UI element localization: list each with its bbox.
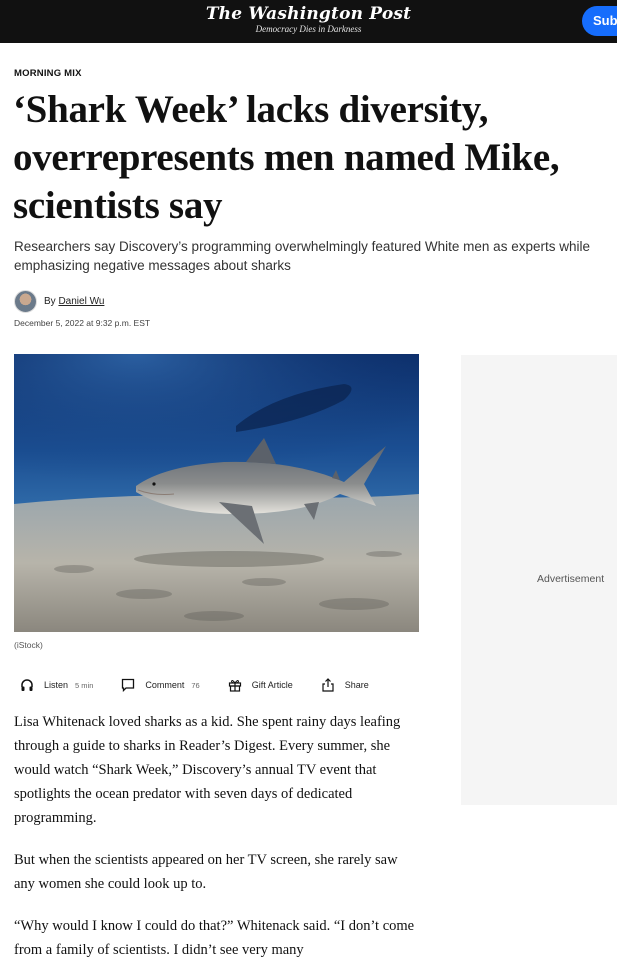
body-paragraph: “Why would I know I could do that?” Whit… xyxy=(14,918,415,958)
author-avatar[interactable] xyxy=(14,290,37,313)
article-action-bar: Listen 5 min Comment 76 Gift Article Sha… xyxy=(20,675,397,695)
author-link[interactable]: Daniel Wu xyxy=(58,296,104,307)
subscribe-button[interactable]: Subscribe xyxy=(582,6,617,36)
comment-icon xyxy=(122,678,135,692)
body-paragraph: Lisa Whitenack loved sharks as a kid. Sh… xyxy=(14,714,401,826)
share-button[interactable]: Share xyxy=(321,678,369,692)
body-paragraph: But when the scientists appeared on her … xyxy=(14,852,398,892)
comment-button[interactable]: Comment 76 xyxy=(121,678,200,692)
gift-article-label: Gift Article xyxy=(251,680,293,690)
masthead[interactable]: The Washington Post Democracy Dies in Da… xyxy=(0,4,617,34)
article-dek: Researchers say Discovery’s programming … xyxy=(14,239,590,273)
article-headline: ‘Shark Week’ lacks diversity, overrepres… xyxy=(13,88,560,227)
advertisement-label: Advertisement xyxy=(537,573,605,585)
gift-icon xyxy=(228,680,241,692)
shark-photo xyxy=(14,354,419,632)
listen-duration: 5 min xyxy=(75,680,94,690)
site-tagline: Democracy Dies in Darkness xyxy=(255,24,362,34)
share-label: Share xyxy=(344,680,369,690)
image-caption: (iStock) xyxy=(14,640,43,650)
section-kicker[interactable]: MORNING MIX xyxy=(14,68,82,79)
top-navigation-bar: The Washington Post Democracy Dies in Da… xyxy=(0,0,617,43)
headphones-icon xyxy=(21,679,33,691)
publish-date: December 5, 2022 at 9:32 p.m. EST xyxy=(14,318,151,328)
comment-label: Comment xyxy=(145,680,185,690)
hero-image[interactable] xyxy=(14,354,419,632)
comment-count: 76 xyxy=(191,680,200,690)
site-logo[interactable]: The Washington Post xyxy=(0,4,617,24)
gift-article-button[interactable]: Gift Article xyxy=(228,678,293,692)
article-body: Lisa Whitenack loved sharks as a kid. Sh… xyxy=(14,710,419,980)
share-icon xyxy=(322,678,334,692)
listen-button[interactable]: Listen 5 min xyxy=(20,678,93,692)
listen-label: Listen xyxy=(44,680,69,690)
byline-prefix: By xyxy=(44,296,56,307)
byline: By Daniel Wu xyxy=(44,296,104,307)
